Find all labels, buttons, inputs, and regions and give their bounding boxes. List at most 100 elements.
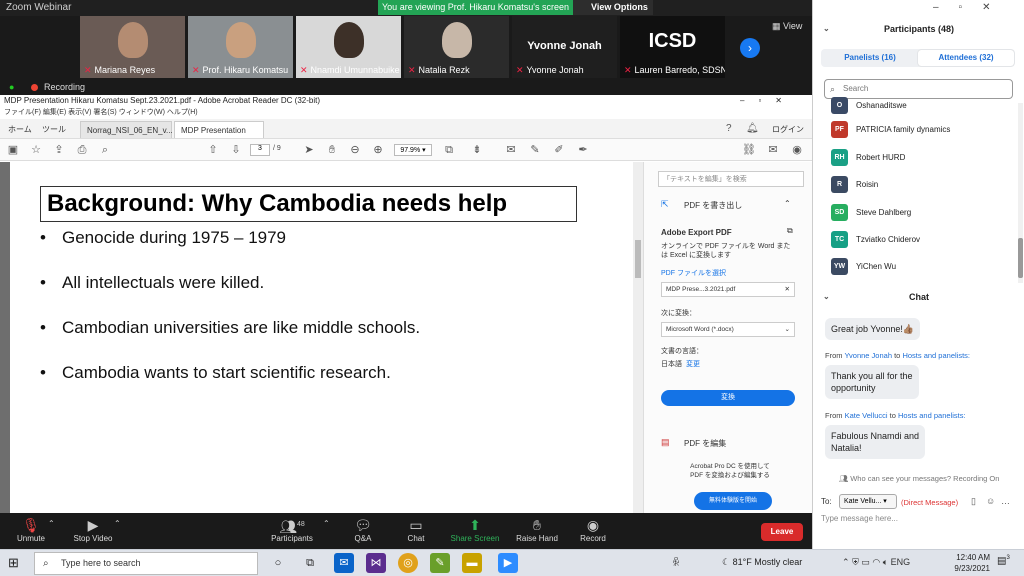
- qa-button[interactable]: 💬︎ Q&A: [346, 516, 380, 543]
- help-icon[interactable]: ?: [726, 123, 732, 134]
- participant-search-input[interactable]: ⌕ Search: [824, 79, 1013, 99]
- login-button[interactable]: ログイン: [766, 121, 810, 138]
- leave-button[interactable]: Leave: [761, 523, 803, 541]
- participant-row[interactable]: R Roisin: [831, 176, 1016, 196]
- security-icon[interactable]: ⛨: [852, 557, 859, 567]
- select-cursor-icon[interactable]: ➤: [302, 143, 316, 157]
- participant-row[interactable]: SD Steve Dahlberg: [831, 204, 1016, 224]
- account-icon[interactable]: ◉: [790, 143, 804, 157]
- participant-row[interactable]: RH Robert HURD: [831, 149, 1016, 169]
- chat-button[interactable]: ▭ Chat: [400, 516, 432, 543]
- page-number-input[interactable]: 3: [250, 144, 270, 156]
- zoom-in-icon[interactable]: ⊕: [371, 143, 385, 157]
- system-tray[interactable]: ⌃ ⛨ ▭ ◠ 🔈︎ ENG: [842, 557, 910, 568]
- video-tile[interactable]: ✕ Natalia Rezk: [404, 16, 509, 78]
- cortana-icon[interactable]: ○: [268, 553, 288, 573]
- zoom-level-select[interactable]: 97.9% ▾: [394, 144, 432, 156]
- participant-row[interactable]: PF PATRICIA family dynamics: [831, 121, 1016, 141]
- scroll-mode-icon[interactable]: ⇟: [470, 143, 484, 157]
- window-controls[interactable]: –▫✕: [933, 2, 1011, 13]
- scrollbar-thumb[interactable]: [635, 240, 641, 278]
- export-pdf-header[interactable]: PDF を書き出し: [684, 200, 742, 211]
- tab-tools[interactable]: ツール: [36, 121, 72, 138]
- language-indicator[interactable]: ENG: [891, 557, 911, 567]
- network-icon[interactable]: ▭: [861, 557, 870, 567]
- comment-icon[interactable]: ✉︎: [504, 143, 518, 157]
- select-pdf-file-link[interactable]: PDF ファイルを選択: [661, 268, 726, 278]
- participants-scrollbar[interactable]: [1018, 103, 1023, 283]
- print-icon[interactable]: ⎙: [75, 143, 89, 157]
- people-icon[interactable]: ꆜ: [672, 556, 680, 569]
- edit-pdf-header[interactable]: PDF を編集: [684, 438, 726, 449]
- video-tile-active-speaker[interactable]: ✕ Prof. Hikaru Komatsu: [188, 16, 293, 78]
- tools-search-input[interactable]: 「テキストを編集」を検索: [658, 171, 804, 187]
- zoom-out-icon[interactable]: ⊖: [348, 143, 362, 157]
- video-tile[interactable]: Yvonne Jonah ✕ Yvonne Jonah: [512, 16, 617, 78]
- stop-video-button[interactable]: ▶︎ Stop Video: [68, 516, 118, 543]
- more-icon[interactable]: …: [1001, 496, 1010, 506]
- sender-link[interactable]: Kate Vellucci: [845, 411, 888, 420]
- weather-widget[interactable]: ☾ 81°F Mostly clear: [722, 557, 802, 568]
- mail-icon[interactable]: ✉︎: [334, 553, 354, 573]
- document-viewport[interactable]: Background: Why Cambodia needs help • Gen…: [0, 162, 643, 513]
- video-tile[interactable]: ✕ Nnamdi Umunnabuike: [296, 16, 401, 78]
- share-link-icon[interactable]: ⛓︎: [742, 143, 756, 157]
- participant-row[interactable]: YW YiChen Wu: [831, 258, 1016, 278]
- chevron-up-icon[interactable]: ⌃: [323, 519, 330, 528]
- task-view-icon[interactable]: ⧉: [300, 553, 320, 573]
- taskbar-clock[interactable]: 12:40 AM 9/23/2021: [946, 552, 990, 574]
- chat-recipient-select[interactable]: Kate Vellu... ▾: [839, 494, 897, 509]
- chevron-up-icon[interactable]: ⌃: [784, 199, 791, 208]
- participants-button[interactable]: 👥︎48 Participants: [268, 516, 316, 543]
- tab-attendees[interactable]: Attendees (32): [918, 50, 1014, 66]
- save-icon[interactable]: ▣: [6, 143, 20, 157]
- share-screen-button[interactable]: ⬆︎ Share Screen: [448, 516, 502, 543]
- participant-row[interactable]: O Oshanaditswe: [831, 97, 1016, 117]
- participant-row[interactable]: TC Tzviatko Chiderov: [831, 231, 1016, 251]
- gallery-view-button[interactable]: ▦ View: [772, 21, 802, 32]
- next-page-icon[interactable]: ⇩: [229, 143, 243, 157]
- tab-home[interactable]: ホーム: [2, 121, 38, 138]
- video-tile[interactable]: ICSD ✕ Lauren Barredo, SDSN: [620, 16, 725, 78]
- video-tile[interactable]: ✕ Mariana Reyes: [80, 16, 185, 78]
- chrome-icon[interactable]: ◎: [398, 553, 418, 573]
- record-button[interactable]: ◉ Record: [576, 516, 610, 543]
- vs-icon[interactable]: ⋈: [366, 553, 386, 573]
- raise-hand-button[interactable]: ✋︎ Raise Hand: [514, 516, 560, 543]
- wifi-icon[interactable]: ◠: [872, 557, 880, 567]
- convert-button[interactable]: 変換: [661, 390, 795, 406]
- sign-icon[interactable]: ✒︎: [576, 143, 590, 157]
- emoji-icon[interactable]: ☺: [986, 496, 995, 506]
- chevron-up-icon[interactable]: ⌃: [114, 519, 121, 528]
- chat-header[interactable]: ⌄ Chat: [813, 292, 1024, 302]
- unmute-button[interactable]: 🎙︎ Unmute: [12, 516, 50, 543]
- participants-header[interactable]: ⌄ Participants (48): [813, 24, 1024, 34]
- chevron-down-icon[interactable]: ⌄: [823, 24, 830, 33]
- sender-link[interactable]: Yvonne Jonah: [844, 351, 892, 360]
- chevron-down-icon[interactable]: ⌄: [823, 292, 830, 301]
- chat-message-input[interactable]: Type message here...: [821, 514, 1017, 530]
- copy-icon[interactable]: ⧉: [787, 226, 793, 236]
- taskbar-search-input[interactable]: ⌕ Type here to search: [34, 552, 258, 575]
- zoom-app-icon[interactable]: ▶︎: [498, 553, 518, 573]
- windows-start-icon[interactable]: ⊞: [8, 555, 24, 571]
- gallery-next-button[interactable]: ›: [740, 38, 760, 58]
- hand-tool-icon[interactable]: ✋︎: [325, 143, 339, 157]
- fit-page-icon[interactable]: ⧉: [442, 143, 456, 157]
- chat-visibility-info[interactable]: 👥︎ Who can see your messages? Recording …: [813, 474, 1024, 483]
- paint-icon[interactable]: ✎: [430, 553, 450, 573]
- volume-icon[interactable]: 🔈︎: [883, 557, 888, 567]
- recipient-link[interactable]: Hosts and panelists:: [898, 411, 966, 420]
- prev-page-icon[interactable]: ⇧: [206, 143, 220, 157]
- highlight-pen-icon[interactable]: ✎: [528, 143, 542, 157]
- selected-file-field[interactable]: MDP Prese...3.2021.pdf ✕: [661, 282, 795, 297]
- file-explorer-icon[interactable]: ▬: [462, 553, 482, 573]
- notification-center-icon[interactable]: ▤3: [997, 555, 1015, 571]
- start-free-trial-button[interactable]: 無料体験版を開始: [694, 492, 772, 510]
- view-options-button[interactable]: View Options ⌄: [573, 0, 653, 27]
- format-select[interactable]: Microsoft Word (*.docx) ⌄: [661, 322, 795, 337]
- recipient-link[interactable]: Hosts and panelists:: [902, 351, 970, 360]
- file-icon[interactable]: ▯: [971, 496, 976, 507]
- email-icon[interactable]: ✉︎: [766, 143, 780, 157]
- scrollbar-thumb[interactable]: [1018, 238, 1023, 278]
